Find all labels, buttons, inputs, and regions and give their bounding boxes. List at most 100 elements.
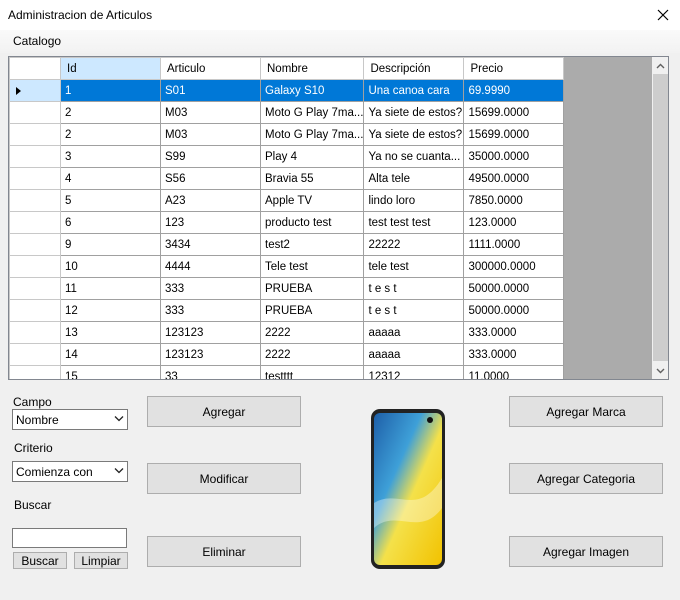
table-cell[interactable]: Galaxy S10 — [259, 79, 365, 102]
buscar-input[interactable] — [12, 528, 127, 548]
row-header[interactable] — [9, 299, 61, 322]
articles-grid[interactable]: Id Articulo Nombre Descripción Precio 1 S01 Ga… — [8, 56, 669, 380]
table-cell[interactable]: 333 — [160, 277, 261, 300]
scroll-up-button[interactable] — [652, 57, 668, 74]
table-row[interactable]: 3 S99 Play 4 Ya no se cuanta... 35000.0000 — [9, 145, 565, 168]
table-cell[interactable]: 333.0000 — [463, 321, 565, 344]
table-cell[interactable]: 69.9990 — [463, 79, 565, 102]
table-cell[interactable]: 1 — [60, 79, 161, 102]
table-cell[interactable]: 2222 — [259, 343, 365, 366]
table-cell[interactable]: 4444 — [160, 255, 261, 278]
table-row[interactable]: 14 123123 2222 aaaaa 333.0000 — [9, 343, 565, 366]
table-cell[interactable]: Tele test — [259, 255, 365, 278]
vertical-scrollbar[interactable] — [652, 57, 668, 379]
column-header[interactable]: Id — [60, 57, 161, 80]
table-cell[interactable]: 123 — [160, 211, 261, 234]
table-row[interactable]: 11 333 PRUEBA t e s t 50000.0000 — [9, 277, 565, 300]
table-cell[interactable]: 11 — [60, 277, 161, 300]
agregar-marca-button[interactable]: Agregar Marca — [509, 396, 663, 427]
table-cell[interactable]: 9 — [60, 233, 161, 256]
table-cell[interactable]: 33 — [160, 365, 261, 379]
table-cell[interactable]: Moto G Play 7ma... — [259, 101, 365, 124]
row-header[interactable] — [9, 123, 61, 146]
column-header[interactable]: Nombre — [259, 57, 365, 80]
eliminar-button[interactable]: Eliminar — [147, 536, 301, 567]
table-cell[interactable]: Ya siete de estos? — [363, 101, 465, 124]
table-cell[interactable]: 1111.0000 — [463, 233, 565, 256]
table-cell[interactable]: 7850.0000 — [463, 189, 565, 212]
table-cell[interactable]: 5 — [60, 189, 161, 212]
table-cell[interactable]: 4 — [60, 167, 161, 190]
table-cell[interactable]: Ya no se cuanta... — [363, 145, 465, 168]
table-row[interactable]: 9 3434 test2 22222 1111.0000 — [9, 233, 565, 256]
table-cell[interactable]: 35000.0000 — [463, 145, 565, 168]
table-cell[interactable]: Ya siete de estos? — [363, 123, 465, 146]
row-header[interactable] — [9, 167, 61, 190]
row-header[interactable] — [9, 79, 61, 102]
table-cell[interactable]: S56 — [160, 167, 261, 190]
row-header[interactable] — [9, 233, 61, 256]
modificar-button[interactable]: Modificar — [147, 463, 301, 494]
table-row[interactable]: 1 S01 Galaxy S10 Una canoa cara 69.9990 — [9, 79, 565, 102]
column-header[interactable]: Articulo — [160, 57, 261, 80]
table-cell[interactable]: testttt — [259, 365, 365, 379]
agregar-categoria-button[interactable]: Agregar Categoria — [509, 463, 663, 494]
table-cell[interactable]: 333.0000 — [463, 343, 565, 366]
table-cell[interactable]: 123.0000 — [463, 211, 565, 234]
table-cell[interactable]: aaaaa — [363, 321, 465, 344]
table-cell[interactable]: 2222 — [259, 321, 365, 344]
campo-select[interactable]: Nombre — [12, 409, 128, 430]
table-row[interactable]: 15 33 testttt 12312 11.0000 — [9, 365, 565, 379]
table-cell[interactable]: 11.0000 — [463, 365, 565, 379]
row-header[interactable] — [9, 365, 61, 379]
table-cell[interactable]: Moto G Play 7ma... — [259, 123, 365, 146]
table-cell[interactable]: PRUEBA — [259, 277, 365, 300]
table-row[interactable]: 13 123123 2222 aaaaa 333.0000 — [9, 321, 565, 344]
table-cell[interactable]: 3 — [60, 145, 161, 168]
table-cell[interactable]: lindo loro — [363, 189, 465, 212]
table-cell[interactable]: 10 — [60, 255, 161, 278]
criterio-select[interactable]: Comienza con — [12, 461, 128, 482]
table-cell[interactable]: 2 — [60, 123, 161, 146]
row-header[interactable] — [9, 101, 61, 124]
table-cell[interactable]: 123123 — [160, 343, 261, 366]
table-cell[interactable]: tele test — [363, 255, 465, 278]
table-cell[interactable]: test test test — [363, 211, 465, 234]
table-cell[interactable]: 12312 — [363, 365, 465, 379]
table-cell[interactable]: 12 — [60, 299, 161, 322]
table-cell[interactable]: Bravia 55 — [259, 167, 365, 190]
table-cell[interactable]: Play 4 — [259, 145, 365, 168]
close-button[interactable] — [646, 0, 680, 30]
table-cell[interactable]: 50000.0000 — [463, 277, 565, 300]
table-cell[interactable]: 14 — [60, 343, 161, 366]
table-row[interactable]: 12 333 PRUEBA t e s t 50000.0000 — [9, 299, 565, 322]
table-cell[interactable]: 333 — [160, 299, 261, 322]
table-row[interactable]: 6 123 producto test test test test 123.0000 — [9, 211, 565, 234]
table-cell[interactable]: 49500.0000 — [463, 167, 565, 190]
row-header[interactable] — [9, 145, 61, 168]
table-cell[interactable]: A23 — [160, 189, 261, 212]
table-row[interactable]: 10 4444 Tele test tele test 300000.0000 — [9, 255, 565, 278]
table-cell[interactable]: aaaaa — [363, 343, 465, 366]
table-row[interactable]: 2 M03 Moto G Play 7ma... Ya siete de estos?… — [9, 101, 565, 124]
table-row[interactable]: 2 M03 Moto G Play 7ma... Ya siete de estos?… — [9, 123, 565, 146]
table-cell[interactable]: 50000.0000 — [463, 299, 565, 322]
table-cell[interactable]: 15699.0000 — [463, 101, 565, 124]
row-header[interactable] — [9, 189, 61, 212]
table-cell[interactable]: 13 — [60, 321, 161, 344]
table-cell[interactable]: Una canoa cara — [363, 79, 465, 102]
table-cell[interactable]: Apple TV — [259, 189, 365, 212]
row-header[interactable] — [9, 343, 61, 366]
table-cell[interactable]: t e s t — [363, 299, 465, 322]
scroll-down-button[interactable] — [652, 362, 668, 379]
agregar-button[interactable]: Agregar — [147, 396, 301, 427]
menu-catalogo[interactable]: Catalogo — [6, 33, 68, 49]
table-cell[interactable]: S01 — [160, 79, 261, 102]
table-cell[interactable]: 3434 — [160, 233, 261, 256]
table-cell[interactable]: S99 — [160, 145, 261, 168]
table-cell[interactable]: 15699.0000 — [463, 123, 565, 146]
row-header[interactable] — [9, 211, 61, 234]
agregar-imagen-button[interactable]: Agregar Imagen — [509, 536, 663, 567]
table-cell[interactable]: 22222 — [363, 233, 465, 256]
table-cell[interactable]: PRUEBA — [259, 299, 365, 322]
